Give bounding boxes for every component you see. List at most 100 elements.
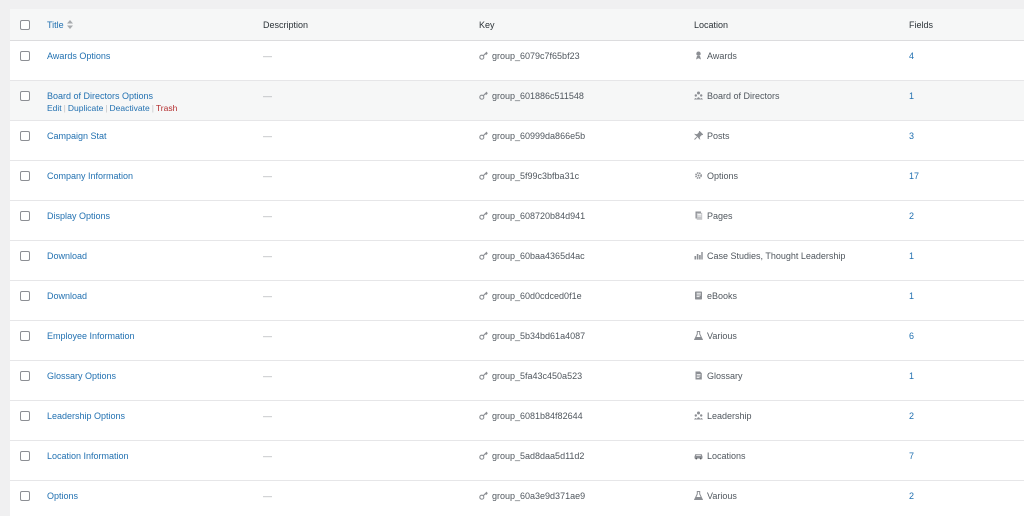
- location-text: Options: [707, 171, 739, 181]
- row-checkbox-cell[interactable]: [20, 481, 34, 516]
- key-cell: group_5b34bd61a4087: [479, 321, 679, 360]
- row-checkbox-cell[interactable]: [20, 441, 34, 480]
- fields-count-link[interactable]: 6: [909, 331, 914, 342]
- row-checkbox-cell[interactable]: [20, 41, 34, 80]
- row-checkbox-cell[interactable]: [20, 81, 34, 120]
- table-row: Options — group_60a3e9d371ae9 Various 2: [10, 481, 1024, 516]
- fields-cell: 17: [909, 161, 1009, 200]
- flask-icon: [694, 491, 703, 500]
- location-cell: Pages: [694, 201, 894, 240]
- key-cell: group_60baa4365d4ac: [479, 241, 679, 280]
- fields-cell: 4: [909, 41, 1009, 80]
- row-checkbox-cell[interactable]: [20, 361, 34, 400]
- row-checkbox[interactable]: [20, 451, 30, 461]
- key-cell: group_6079c7f65bf23: [479, 41, 679, 80]
- key-icon: [479, 51, 488, 60]
- row-checkbox[interactable]: [20, 171, 30, 181]
- fields-cell: 3: [909, 121, 1009, 160]
- field-group-title-link[interactable]: Board of Directors Options: [47, 91, 257, 102]
- row-checkbox[interactable]: [20, 491, 30, 501]
- fields-count-link[interactable]: 1: [909, 291, 914, 302]
- title-cell: Glossary Options: [47, 361, 257, 400]
- car-icon: [694, 451, 703, 460]
- row-checkbox[interactable]: [20, 131, 30, 141]
- fields-cell: 2: [909, 201, 1009, 240]
- row-checkbox[interactable]: [20, 291, 30, 301]
- fields-count-link[interactable]: 4: [909, 51, 914, 62]
- fields-cell: 1: [909, 361, 1009, 400]
- row-checkbox-cell[interactable]: [20, 161, 34, 200]
- row-checkbox[interactable]: [20, 411, 30, 421]
- select-all-checkbox-cell[interactable]: [20, 9, 34, 40]
- row-checkbox-cell[interactable]: [20, 121, 34, 160]
- description-text: —: [263, 171, 272, 181]
- field-group-title-link[interactable]: Display Options: [47, 211, 257, 222]
- fields-count-link[interactable]: 2: [909, 491, 914, 502]
- title-cell: Board of Directors Options Edit | Duplicat…: [47, 81, 257, 120]
- fields-cell: 2: [909, 481, 1009, 516]
- row-actions: Edit | Duplicate | Deactivate | Trash: [47, 103, 257, 114]
- row-checkbox-cell[interactable]: [20, 201, 34, 240]
- fields-count-link[interactable]: 3: [909, 131, 914, 142]
- location-cell: Posts: [694, 121, 894, 160]
- deactivate-link[interactable]: Deactivate: [110, 103, 150, 113]
- field-group-title-link[interactable]: Glossary Options: [47, 371, 257, 382]
- key-icon: [479, 491, 488, 500]
- title-cell: Employee Information: [47, 321, 257, 360]
- row-checkbox-cell[interactable]: [20, 321, 34, 360]
- field-group-title-link[interactable]: Options: [47, 491, 257, 502]
- trash-link[interactable]: Trash: [156, 103, 177, 113]
- description-text: —: [263, 411, 272, 421]
- field-group-title-link[interactable]: Download: [47, 251, 257, 262]
- row-checkbox[interactable]: [20, 331, 30, 341]
- field-group-title-link[interactable]: Download: [47, 291, 257, 302]
- sort-icon[interactable]: [66, 20, 73, 29]
- row-checkbox-cell[interactable]: [20, 401, 34, 440]
- description-cell: —: [263, 241, 463, 280]
- fields-count-link[interactable]: 17: [909, 171, 919, 182]
- title-cell: Options: [47, 481, 257, 516]
- fields-count-link[interactable]: 7: [909, 451, 914, 462]
- title-cell: Leadership Options: [47, 401, 257, 440]
- fields-count-link[interactable]: 2: [909, 411, 914, 422]
- select-all-checkbox[interactable]: [20, 19, 30, 30]
- row-checkbox-cell[interactable]: [20, 241, 34, 280]
- key-text: group_5b34bd61a4087: [492, 331, 586, 341]
- row-checkbox[interactable]: [20, 251, 30, 261]
- key-icon: [479, 171, 488, 180]
- title-cell: Display Options: [47, 201, 257, 240]
- flask-icon: [694, 331, 703, 340]
- row-checkbox[interactable]: [20, 211, 30, 221]
- column-header-title[interactable]: Title: [47, 9, 257, 40]
- field-group-title-link[interactable]: Campaign Stat: [47, 131, 257, 142]
- row-checkbox[interactable]: [20, 91, 30, 101]
- fields-cell: 1: [909, 281, 1009, 320]
- fields-cell: 1: [909, 241, 1009, 280]
- key-icon: [479, 251, 488, 260]
- location-cell: Case Studies, Thought Leadership: [694, 241, 894, 280]
- pages-icon: [694, 211, 703, 220]
- location-cell: eBooks: [694, 281, 894, 320]
- duplicate-link[interactable]: Duplicate: [68, 103, 103, 113]
- field-group-title-link[interactable]: Location Information: [47, 451, 257, 462]
- edit-link[interactable]: Edit: [47, 103, 62, 113]
- table-row: Campaign Stat — group_60999da866e5b Post…: [10, 121, 1024, 161]
- location-cell: Various: [694, 481, 894, 516]
- field-group-title-link[interactable]: Employee Information: [47, 331, 257, 342]
- row-checkbox[interactable]: [20, 51, 30, 61]
- fields-count-link[interactable]: 2: [909, 211, 914, 222]
- fields-count-link[interactable]: 1: [909, 251, 914, 262]
- table-row: Display Options — group_608720b84d941 Pa…: [10, 201, 1024, 241]
- fields-count-link[interactable]: 1: [909, 371, 914, 382]
- location-cell: Various: [694, 321, 894, 360]
- description-text: —: [263, 91, 272, 101]
- field-group-title-link[interactable]: Company Information: [47, 171, 257, 182]
- field-group-title-link[interactable]: Awards Options: [47, 51, 257, 62]
- field-group-title-link[interactable]: Leadership Options: [47, 411, 257, 422]
- fields-count-link[interactable]: 1: [909, 91, 914, 102]
- row-checkbox-cell[interactable]: [20, 281, 34, 320]
- row-checkbox[interactable]: [20, 371, 30, 381]
- column-header-description: Description: [263, 19, 309, 30]
- key-text: group_5f99c3bfba31c: [492, 171, 580, 181]
- key-icon: [479, 211, 488, 220]
